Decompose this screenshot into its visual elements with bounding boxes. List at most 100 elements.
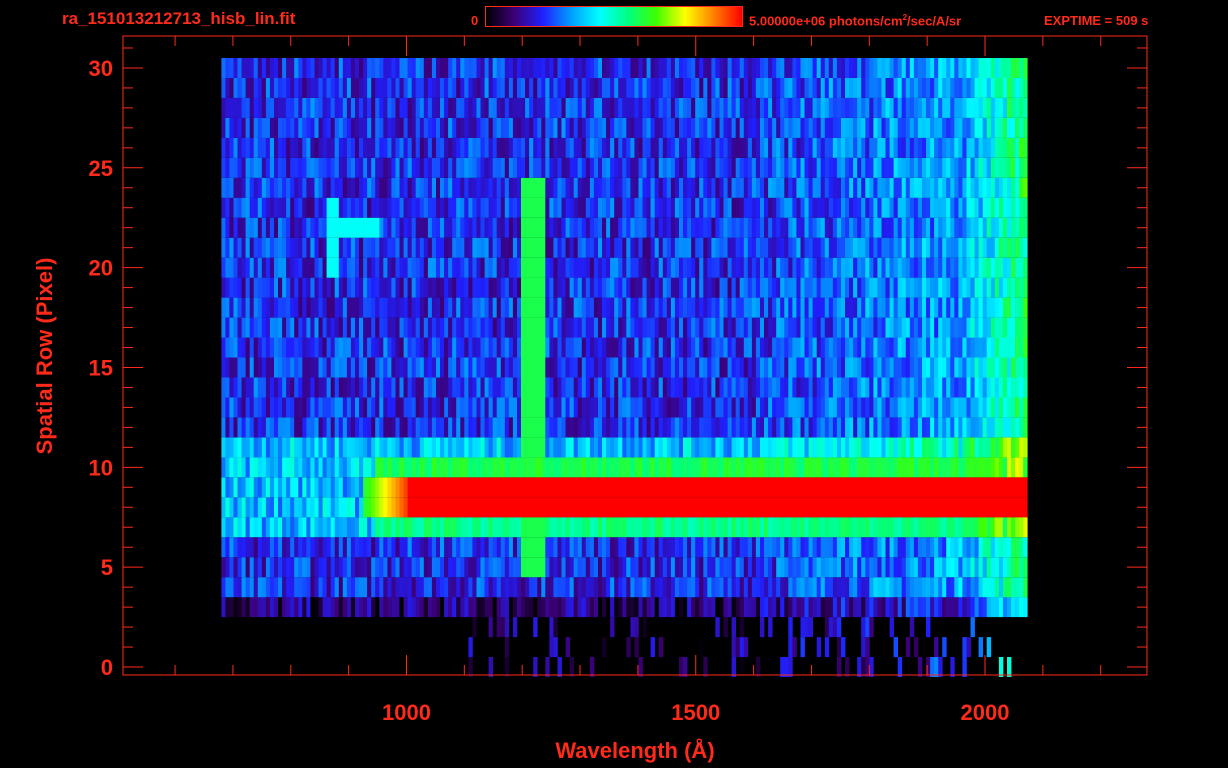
heatmap-cell <box>286 277 291 298</box>
heatmap-cell <box>954 437 959 458</box>
heatmap-cell <box>448 397 453 418</box>
heatmap-cell <box>399 277 404 298</box>
heatmap-cell <box>431 497 437 518</box>
heatmap-cell <box>237 197 242 218</box>
heatmap-cell <box>776 397 781 418</box>
heatmap-cell <box>431 377 437 398</box>
heatmap-cell <box>832 497 838 518</box>
heatmap-cell <box>225 377 230 398</box>
heatmap-cell <box>962 557 967 578</box>
heatmap-cell <box>962 457 967 478</box>
heatmap-cell <box>517 337 522 358</box>
heatmap-cell <box>674 597 680 618</box>
heatmap-cell <box>986 497 992 518</box>
heatmap-cell <box>691 257 696 278</box>
heatmap-cell <box>666 337 672 358</box>
heatmap-cell <box>816 157 822 178</box>
heatmap-cell <box>577 257 583 278</box>
heatmap-cell <box>881 557 886 578</box>
heatmap-cell <box>820 497 826 518</box>
heatmap-cell <box>751 197 757 218</box>
heatmap-cell <box>670 497 676 518</box>
heatmap-cell <box>585 137 591 158</box>
heatmap-cell <box>691 137 696 158</box>
heatmap-cell <box>857 277 862 298</box>
heatmap-cell <box>468 357 473 378</box>
heatmap-cell <box>537 577 542 598</box>
heatmap-cell <box>832 537 838 558</box>
heatmap-cell <box>395 577 400 598</box>
heatmap-cell <box>626 137 631 158</box>
heatmap-cell <box>253 337 259 358</box>
heatmap-cell <box>946 517 951 538</box>
heatmap-cell <box>383 277 388 298</box>
heatmap-cell <box>654 537 660 558</box>
heatmap-cell <box>614 317 619 338</box>
heatmap-cell <box>371 377 376 398</box>
heatmap-cell <box>282 477 287 498</box>
heatmap-cell <box>537 557 542 578</box>
heatmap-cell <box>508 157 514 178</box>
heatmap-cell <box>290 477 295 498</box>
heatmap-cell <box>472 497 477 518</box>
heatmap-cell <box>934 277 939 298</box>
heatmap-cell <box>464 537 469 558</box>
heatmap-cell <box>658 637 664 658</box>
heatmap-cell <box>800 297 805 318</box>
heatmap-cell <box>476 517 481 538</box>
heatmap-cell <box>739 477 745 498</box>
heatmap-cell <box>962 597 967 618</box>
heatmap-cell <box>687 597 692 618</box>
heatmap-cell <box>407 137 412 158</box>
heatmap-cell <box>569 397 574 418</box>
heatmap-cell <box>598 597 603 618</box>
heatmap-cell <box>496 597 502 618</box>
heatmap-cell <box>593 157 599 178</box>
heatmap-cell <box>342 577 348 598</box>
heatmap-cell <box>436 237 441 258</box>
heatmap-cell <box>922 457 927 478</box>
heatmap-cell <box>241 297 246 318</box>
heatmap-cell <box>476 457 481 478</box>
heatmap-cell <box>926 297 931 318</box>
heatmap-cell <box>788 577 793 598</box>
heatmap-cell <box>350 357 356 378</box>
heatmap-cell <box>849 517 854 538</box>
heatmap-cell <box>986 457 992 478</box>
heatmap-cell <box>423 237 429 258</box>
heatmap-cell <box>861 657 866 677</box>
heatmap-cell <box>687 217 692 238</box>
heatmap-cell <box>541 217 546 238</box>
heatmap-cell <box>994 577 1000 598</box>
heatmap-cell <box>310 157 315 178</box>
heatmap-cell <box>306 297 311 318</box>
heatmap-cell <box>419 137 425 158</box>
heatmap-cell <box>695 557 700 578</box>
heatmap-cell <box>403 277 408 298</box>
heatmap-cell <box>553 377 558 398</box>
heatmap-cell <box>411 157 417 178</box>
heatmap-cell <box>488 257 493 278</box>
heatmap-cell <box>500 417 506 438</box>
heatmap-cell <box>666 177 672 198</box>
heatmap-cell <box>1015 197 1020 218</box>
heatmap-cell <box>221 197 226 218</box>
heatmap-cell <box>727 397 732 418</box>
heatmap-cell <box>419 237 425 258</box>
heatmap-cell <box>731 617 736 638</box>
heatmap-cell <box>411 597 417 618</box>
heatmap-cell <box>861 317 866 338</box>
heatmap-cell <box>585 337 591 358</box>
heatmap-cell <box>383 437 388 458</box>
heatmap-cell <box>577 317 583 338</box>
heatmap-cell <box>557 397 562 418</box>
heatmap-cell <box>784 317 789 338</box>
heatmap-cell <box>589 517 595 538</box>
heatmap-cell <box>326 497 331 518</box>
heatmap-cell <box>804 417 809 438</box>
heatmap-cell <box>521 597 526 618</box>
heatmap-cell <box>974 277 979 298</box>
heatmap-cell <box>379 377 384 398</box>
heatmap-cell <box>606 577 611 598</box>
heatmap-cell <box>938 377 943 398</box>
